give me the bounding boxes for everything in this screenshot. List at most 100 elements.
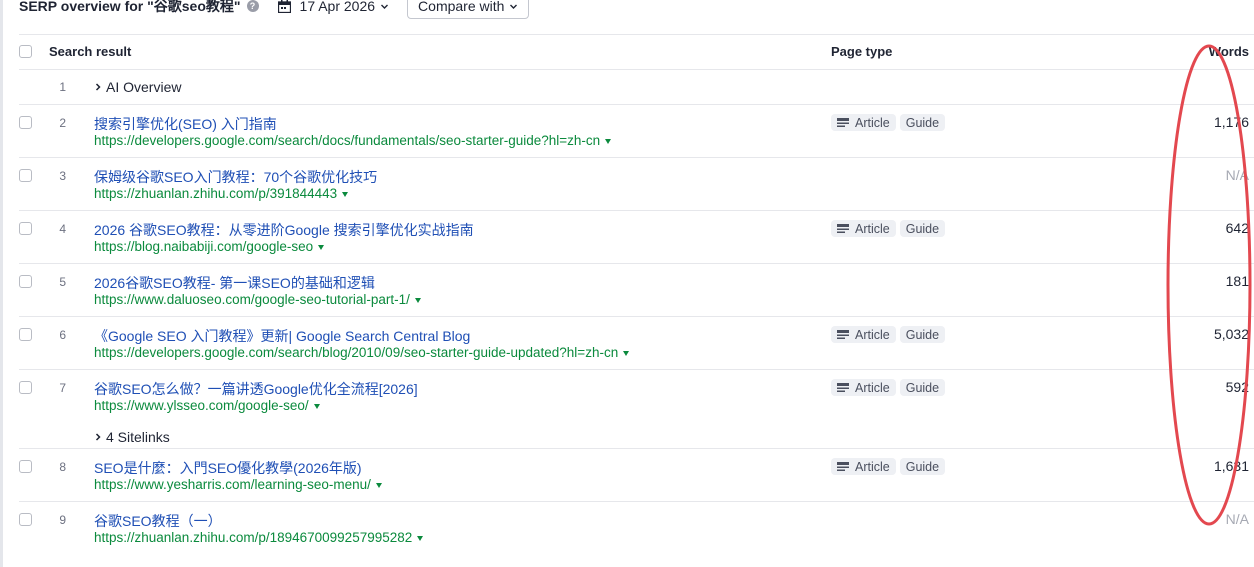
result-url-link[interactable]: https://www.ylsseo.com/google-seo/ <box>94 398 320 413</box>
page-type-badges: Article Guide <box>831 220 946 237</box>
result-url-link[interactable]: https://blog.naibabiji.com/google-seo <box>94 239 325 254</box>
word-count: 1,631 <box>1213 458 1249 474</box>
table-row: 2 搜索引擎优化(SEO) 入门指南 https://developers.goog… <box>19 104 1254 157</box>
page-type-badge: Guide <box>899 114 946 131</box>
result-url-text: https://www.daluoseo.com/google-seo-tuto… <box>94 292 410 307</box>
row-checkbox[interactable] <box>19 513 32 526</box>
row-checkbox[interactable] <box>19 460 32 473</box>
badge-label: Article <box>855 221 890 236</box>
row-checkbox[interactable] <box>19 169 32 182</box>
result-url-link[interactable]: https://zhuanlan.zhihu.com/p/391844443 <box>94 186 349 201</box>
col-page-type[interactable]: Page type <box>831 44 892 59</box>
table-row: 8 SEO是什麼：入門SEO優化教學(2026年版) https://www.yes… <box>19 448 1254 501</box>
page-type-badge: Guide <box>899 458 946 475</box>
badge-label: Article <box>855 380 890 395</box>
result-title-link[interactable]: 《Google SEO 入门教程》更新| Google Search Centr… <box>94 326 470 346</box>
rank-number: 1 <box>59 80 66 94</box>
result-title-link[interactable]: 保姆级谷歌SEO入门教程：70个谷歌优化技巧 <box>94 167 377 187</box>
badge-label: Article <box>855 459 890 474</box>
col-words[interactable]: Words <box>1209 44 1249 59</box>
result-url-link[interactable]: https://zhuanlan.zhihu.com/p/18946700992… <box>94 530 424 545</box>
ai-overview-label: AI Overview <box>106 79 182 95</box>
page-type-badge: Article <box>831 114 896 131</box>
help-icon[interactable]: ? <box>246 0 259 12</box>
caret-down-icon[interactable] <box>605 138 612 144</box>
result-title-link[interactable]: 2026 谷歌SEO教程：从零进阶Google 搜索引擎优化实战指南 <box>94 220 474 240</box>
rank-number: 5 <box>59 275 66 289</box>
rank-number: 3 <box>59 169 66 183</box>
badge-label: Guide <box>905 327 940 342</box>
chevron-down-icon <box>510 4 518 9</box>
result-url-link[interactable]: https://developers.google.com/search/blo… <box>94 345 630 360</box>
chevron-down-icon <box>381 4 389 9</box>
result-title-link[interactable]: SEO是什麼：入門SEO優化教學(2026年版) <box>94 458 362 478</box>
sitelinks-label: 4 Sitelinks <box>106 429 170 445</box>
serp-header: SERP overview for "谷歌seo教程" ? 17 Apr 202… <box>19 0 530 19</box>
row-checkbox[interactable] <box>19 222 32 235</box>
rank-number: 9 <box>59 513 66 527</box>
result-title-link[interactable]: 谷歌SEO怎么做？一篇讲透Google优化全流程[2026] <box>94 379 418 399</box>
compare-with-label: Compare with <box>418 0 505 14</box>
result-url-text: https://blog.naibabiji.com/google-seo <box>94 239 314 254</box>
page-type-badge: Article <box>831 379 896 396</box>
table-row: 5 2026谷歌SEO教程- 第一课SEO的基础和逻辑 https://www.da… <box>19 263 1254 316</box>
date-picker[interactable]: 17 Apr 2026 <box>277 0 390 14</box>
table-row: 7 谷歌SEO怎么做？一篇讲透Google优化全流程[2026] https://w… <box>19 369 1254 448</box>
result-title-link[interactable]: 谷歌SEO教程（一） <box>94 511 222 531</box>
caret-down-icon[interactable] <box>623 350 630 356</box>
col-search-result[interactable]: Search result <box>49 44 131 59</box>
calendar-icon <box>277 0 291 13</box>
result-url-link[interactable]: https://developers.google.com/search/doc… <box>94 133 612 148</box>
result-title-link[interactable]: 搜索引擎优化(SEO) 入门指南 <box>94 114 277 134</box>
result-url-link[interactable]: https://www.yesharris.com/learning-seo-m… <box>94 477 382 492</box>
chevron-right-icon <box>95 433 101 441</box>
page-type-badge: Guide <box>899 220 946 237</box>
ai-overview-toggle[interactable]: AI Overview <box>94 79 181 95</box>
word-count: 5,032 <box>1213 326 1249 342</box>
page-type-badges: Article Guide <box>831 114 946 131</box>
row-checkbox[interactable] <box>19 381 32 394</box>
badge-label: Guide <box>905 459 940 474</box>
page-type-badges: Article Guide <box>831 326 946 343</box>
caret-down-icon[interactable] <box>375 482 382 488</box>
page-type-badge: Guide <box>899 326 946 343</box>
caret-down-icon[interactable] <box>318 244 325 250</box>
caret-down-icon[interactable] <box>342 191 349 197</box>
page-type-badge: Article <box>831 326 896 343</box>
date-label: 17 Apr 2026 <box>299 0 376 14</box>
result-url-text: https://zhuanlan.zhihu.com/p/18946700992… <box>94 530 413 545</box>
chevron-right-icon <box>95 83 101 91</box>
divider <box>19 34 1254 35</box>
caret-down-icon[interactable] <box>313 403 320 409</box>
rank-number: 7 <box>59 381 66 395</box>
compare-with-button[interactable]: Compare with <box>407 0 530 19</box>
row-checkbox[interactable] <box>19 328 32 341</box>
caret-down-icon[interactable] <box>417 535 424 541</box>
caret-down-icon[interactable] <box>414 297 421 303</box>
table-row: 4 2026 谷歌SEO教程：从零进阶Google 搜索引擎优化实战指南 https… <box>19 210 1254 263</box>
result-title-link[interactable]: 2026谷歌SEO教程- 第一课SEO的基础和逻辑 <box>94 273 375 293</box>
word-count: N/A <box>1225 167 1249 183</box>
article-icon <box>837 117 849 127</box>
badge-label: Article <box>855 327 890 342</box>
left-edge-strip <box>0 0 3 567</box>
sitelinks-toggle[interactable]: 4 Sitelinks <box>94 429 170 445</box>
page-type-badge: Article <box>831 220 896 237</box>
row-checkbox[interactable] <box>19 116 32 129</box>
page-type-badge: Article <box>831 458 896 475</box>
result-url-link[interactable]: https://www.daluoseo.com/google-seo-tuto… <box>94 292 421 307</box>
result-url-text: https://zhuanlan.zhihu.com/p/391844443 <box>94 186 338 201</box>
rank-number: 4 <box>59 222 66 236</box>
badge-label: Guide <box>905 221 940 236</box>
word-count: 1,176 <box>1213 114 1249 130</box>
rank-number: 6 <box>59 328 66 342</box>
article-icon <box>837 382 849 392</box>
word-count: N/A <box>1225 511 1249 527</box>
select-all-checkbox[interactable] <box>19 45 32 58</box>
page-type-badges: Article Guide <box>831 379 946 396</box>
row-checkbox[interactable] <box>19 275 32 288</box>
word-count: 642 <box>1225 220 1249 236</box>
result-url-text: https://developers.google.com/search/blo… <box>94 345 619 360</box>
ai-overview-row: 1 AI Overview <box>19 69 1254 104</box>
result-url-text: https://developers.google.com/search/doc… <box>94 133 601 148</box>
